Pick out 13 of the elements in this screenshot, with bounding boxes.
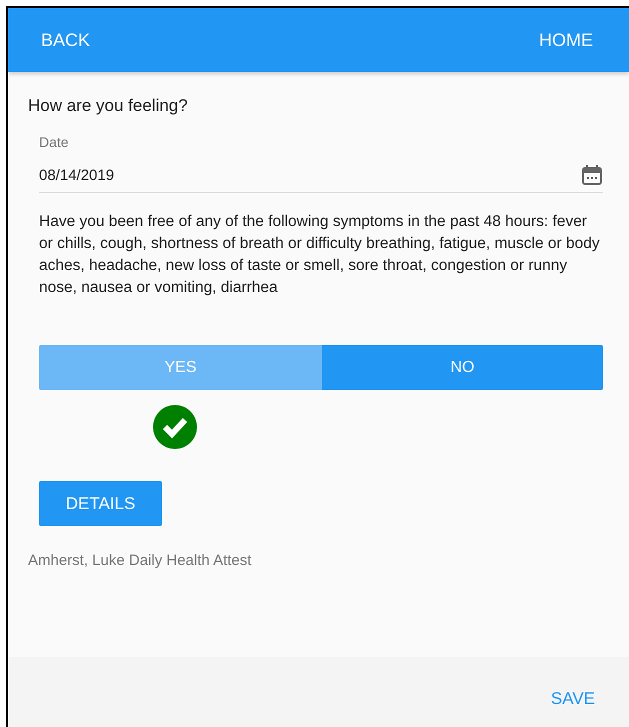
answer-option[interactable]: NO <box>322 345 603 390</box>
date-field[interactable]: 08/14/2019 <box>39 150 603 193</box>
calendar-icon[interactable] <box>581 164 603 186</box>
home-button[interactable]: HOME <box>531 26 601 54</box>
symptom-question: Have you been free of any of the following symptoms in the past 48 hours: fever or chills, cough, shortness of breath or difficulty breathing, fatigue, muscle or body aches, headache, new loss of taste or smell, sore throat, congestion or runny nose, nausea or vomiting, diarrhea <box>39 212 601 298</box>
save-button[interactable]: SAVE <box>544 688 601 710</box>
answer-option[interactable]: YES <box>39 345 322 390</box>
back-button[interactable]: BACK <box>33 26 98 54</box>
form-name: Amherst, Luke Daily Health Attest <box>28 552 252 569</box>
question-title: How are you feeling? <box>28 96 189 116</box>
date-label: Date <box>39 134 70 150</box>
check-icon <box>153 405 197 449</box>
details-button[interactable]: DETAILS <box>39 481 162 526</box>
